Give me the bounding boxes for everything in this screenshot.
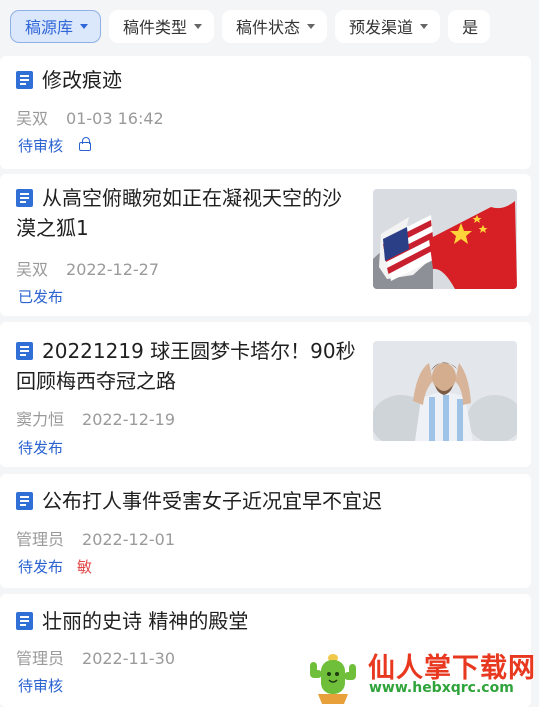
article-time: 2022-12-19 (82, 410, 175, 429)
article-title: 壮丽的史诗 精神的殿堂 (16, 606, 516, 636)
article-title: 公布打人事件受害女子近况宜早不宜迟 (16, 486, 516, 516)
article-author: 管理员 (16, 649, 65, 668)
caret-down-icon (194, 24, 203, 29)
caret-down-icon (307, 24, 316, 29)
caret-down-icon (80, 24, 89, 29)
document-icon (16, 189, 33, 207)
article-status: 待发布敏 (18, 558, 93, 576)
article-meta: 管理员 2022-11-30 (16, 645, 175, 669)
article-card[interactable]: 20221219 球王圆梦卡塔尔！90秒回顾梅西夺冠之路 窦力恒 2022-12-… (0, 322, 531, 467)
article-meta: 吴双 01-03 16:42 (16, 105, 164, 129)
document-icon (16, 612, 33, 630)
article-title: 从高空俯瞰宛如正在凝视天空的沙漠之狐1 (16, 186, 342, 240)
article-author: 管理员 (16, 530, 65, 549)
flags-image (373, 189, 517, 289)
article-time: 2022-12-01 (82, 530, 175, 549)
player-image (373, 341, 517, 441)
filter-label: 预发渠道 (349, 18, 414, 37)
filter-article-type[interactable]: 稿件类型 (109, 9, 215, 43)
article-status: 待发布 (18, 439, 64, 457)
article-time: 2022-11-30 (82, 649, 175, 668)
article-time: 01-03 16:42 (66, 109, 164, 128)
filter-label: 稿件类型 (123, 18, 188, 37)
filter-label: 是 (462, 18, 479, 37)
article-title: 20221219 球王圆梦卡塔尔！90秒回顾梅西夺冠之路 (16, 339, 356, 393)
article-thumbnail (373, 189, 517, 289)
article-thumbnail (373, 341, 517, 441)
article-title: 修改痕迹 (16, 65, 356, 95)
article-status: 待审核 (18, 677, 64, 695)
filter-label: 稿源库 (25, 18, 74, 37)
article-meta: 吴双 2022-12-27 (16, 256, 159, 280)
filter-label: 稿件状态 (236, 18, 301, 37)
article-status: 已发布 (18, 288, 64, 306)
sensitive-badge: 敏 (77, 558, 93, 576)
article-meta: 管理员 2022-12-01 (16, 526, 175, 550)
filter-bar: 稿源库 稿件类型 稿件状态 预发渠道 是 (0, 0, 539, 52)
article-card[interactable]: 修改痕迹 吴双 01-03 16:42 待审核 (0, 56, 531, 169)
lock-icon (79, 137, 92, 151)
filter-source-library[interactable]: 稿源库 (10, 9, 102, 43)
article-status: 待审核 (18, 135, 92, 156)
cactus-logo-icon (310, 654, 356, 704)
article-card[interactable]: 从高空俯瞰宛如正在凝视天空的沙漠之狐1 吴双 2022-12-27 已发布 (0, 174, 531, 316)
filter-more[interactable]: 是 (448, 9, 491, 43)
watermark: 仙人掌下载网 www.hebxqrc.com (300, 640, 539, 707)
article-meta: 窦力恒 2022-12-19 (16, 406, 175, 430)
article-time: 2022-12-27 (66, 260, 159, 279)
filter-publish-channel[interactable]: 预发渠道 (335, 9, 441, 43)
document-icon (16, 492, 33, 510)
article-author: 吴双 (16, 109, 49, 128)
caret-down-icon (420, 24, 429, 29)
document-icon (16, 342, 33, 360)
watermark-url: www.hebxqrc.com (369, 680, 514, 696)
article-author: 吴双 (16, 260, 49, 279)
article-author: 窦力恒 (16, 410, 65, 429)
document-icon (16, 71, 33, 89)
filter-article-status[interactable]: 稿件状态 (222, 9, 328, 43)
article-card[interactable]: 公布打人事件受害女子近况宜早不宜迟 管理员 2022-12-01 待发布敏 (0, 474, 531, 588)
